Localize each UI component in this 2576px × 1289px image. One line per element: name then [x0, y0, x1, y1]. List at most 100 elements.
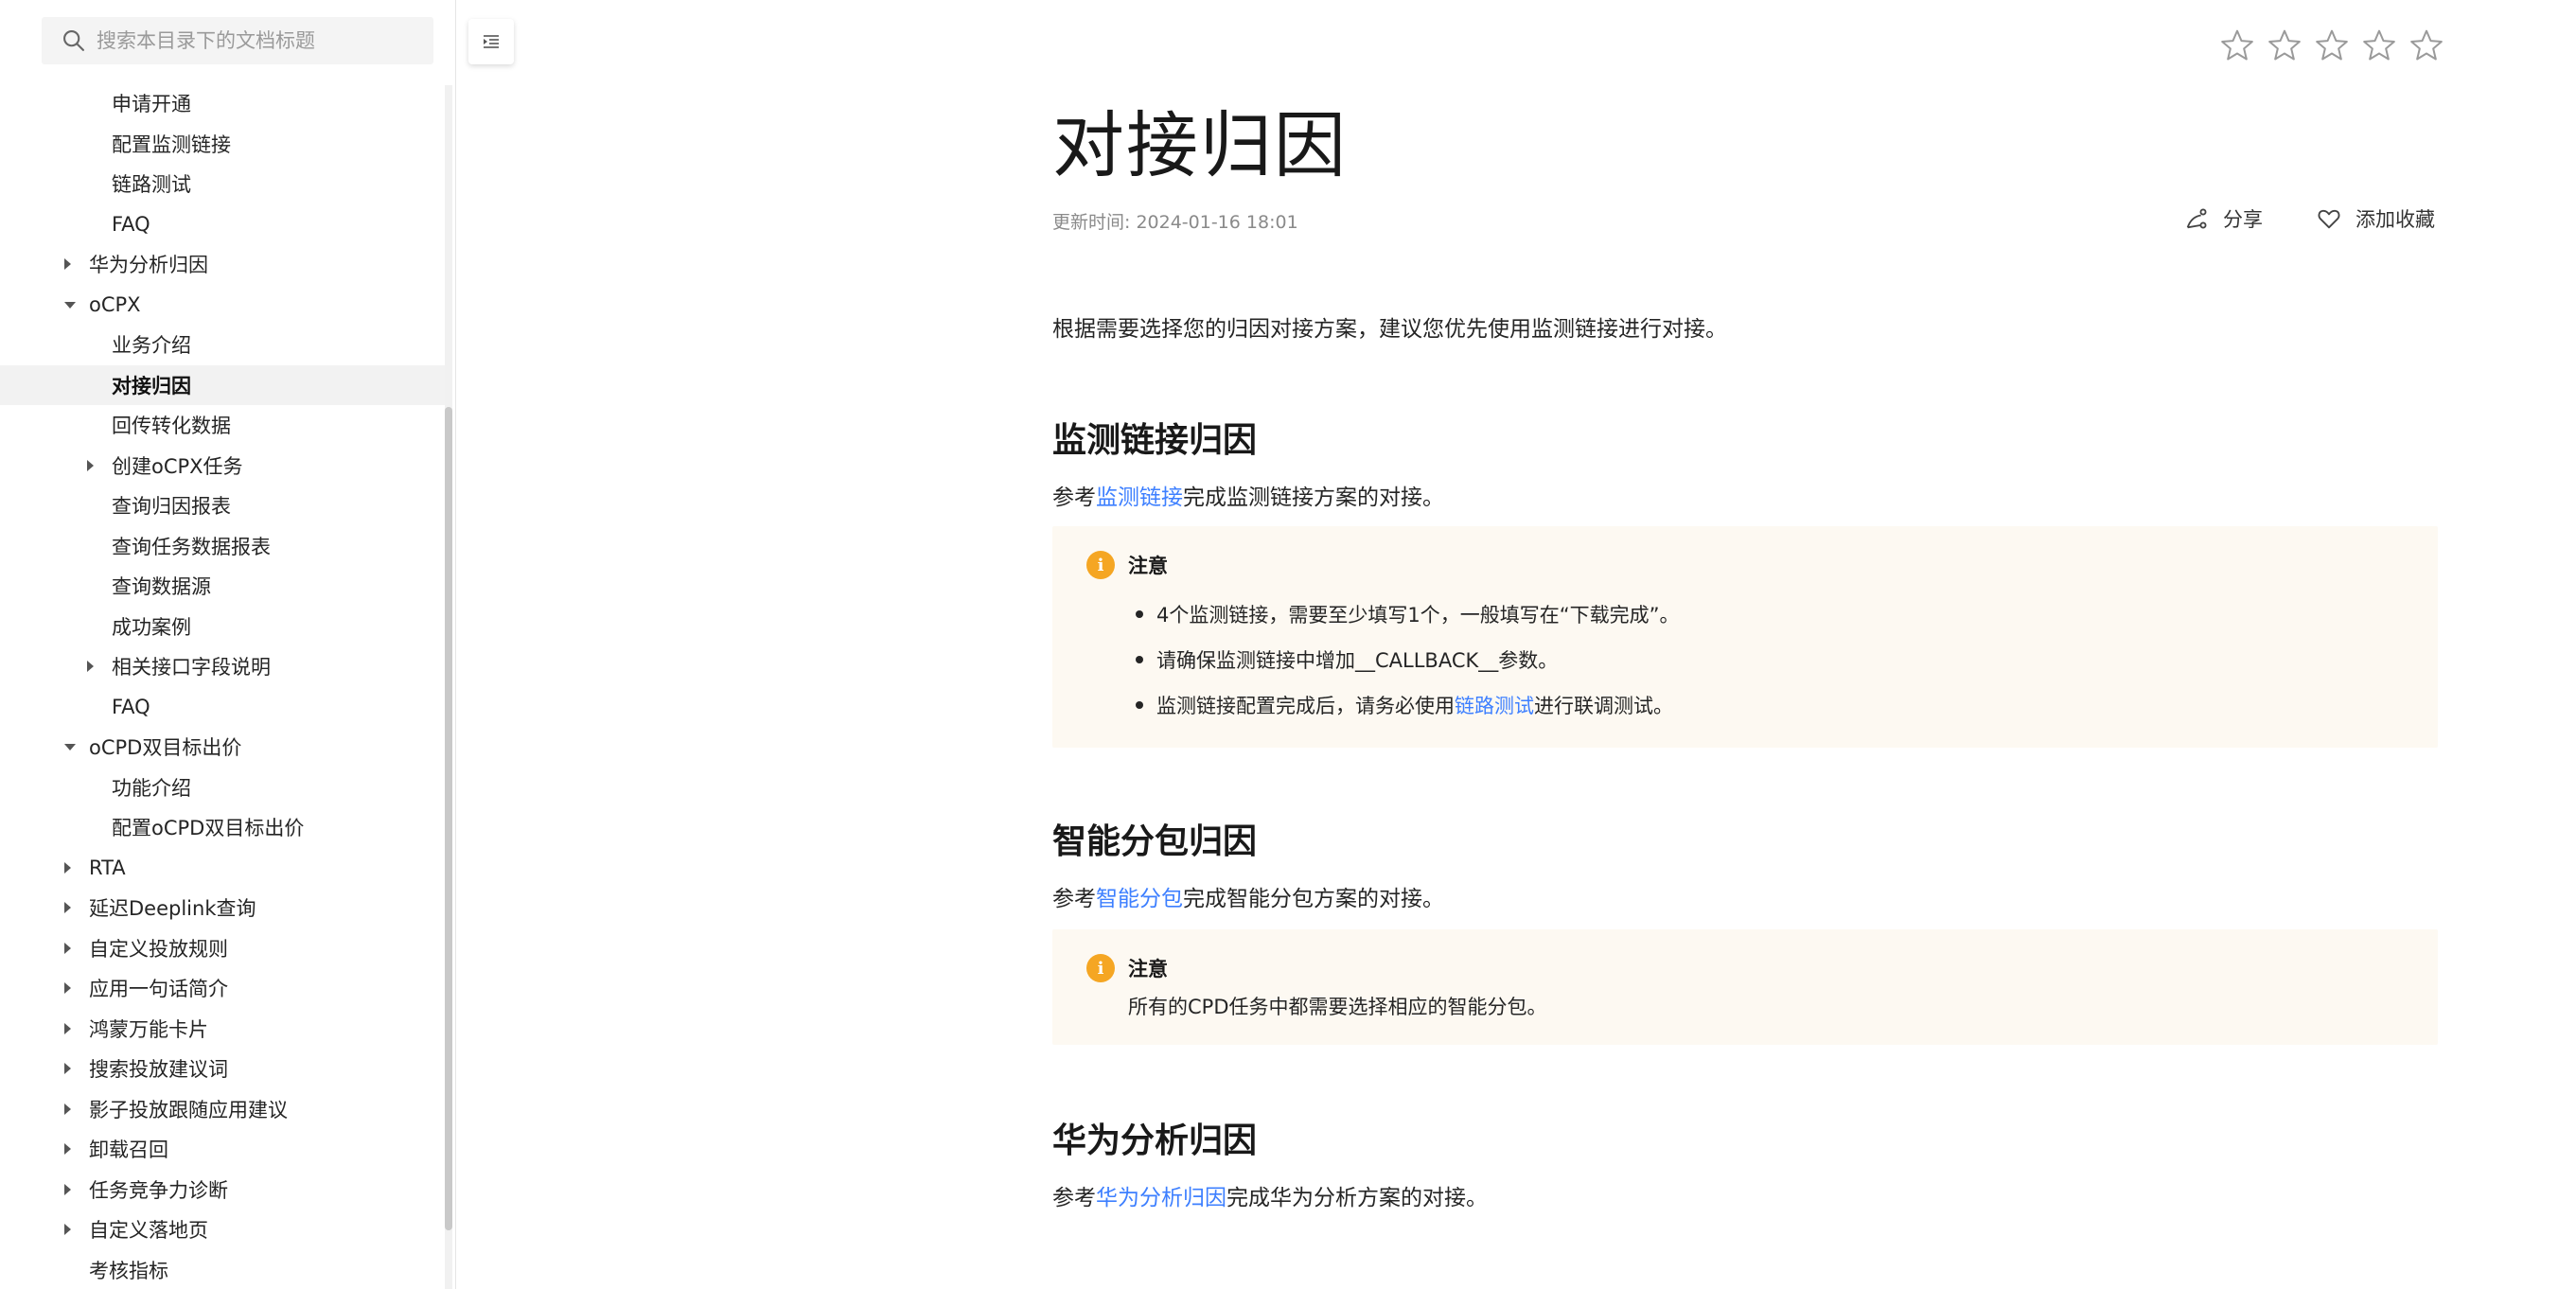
rating-stars[interactable] — [2218, 26, 2445, 64]
page-title: 对接归因 — [1052, 103, 1348, 187]
sidebar-item[interactable]: 考核指标 — [0, 1250, 445, 1289]
sidebar-item[interactable]: 成功案例 — [0, 607, 445, 646]
sidebar-item-label: 延迟Deeplink查询 — [89, 897, 256, 920]
caret-right-icon[interactable] — [87, 661, 94, 672]
sidebar-item-label: oCPX — [89, 292, 141, 316]
note-header: i 注意 — [1086, 551, 1168, 579]
ref-prefix: 参考 — [1052, 1186, 1096, 1210]
sidebar-item[interactable]: oCPD双目标出价 — [0, 727, 445, 767]
sidebar-item[interactable]: 创建oCPX任务 — [0, 446, 445, 486]
sidebar-scrollbar-thumb[interactable] — [445, 407, 452, 1230]
caret-right-icon[interactable] — [64, 1143, 71, 1155]
link-test-link[interactable]: 链路测试 — [1455, 695, 1534, 717]
sidebar-item[interactable]: RTA — [0, 848, 445, 888]
section-heading-smart-package: 智能分包归因 — [1052, 822, 1258, 861]
sidebar-item[interactable]: 延迟Deeplink查询 — [0, 888, 445, 927]
note-box: i 注意 4个监测链接，需要至少填写1个，一般填写在“下载完成”。 请确保监测链… — [1052, 526, 2438, 748]
sidebar-item[interactable]: 自定义投放规则 — [0, 928, 445, 968]
sidebar-item[interactable]: 申请开通 — [0, 83, 445, 123]
sidebar-item[interactable]: 搜索投放建议词 — [0, 1049, 445, 1088]
sidebar-item-label: oCPD双目标出价 — [89, 736, 242, 759]
intro-text: 根据需要选择您的归因对接方案，建议您优先使用监测链接进行对接。 — [1052, 317, 1727, 342]
section-heading-huawei-analytics: 华为分析归因 — [1052, 1121, 1258, 1160]
caret-right-icon[interactable] — [64, 1022, 71, 1034]
sidebar-item-label: 自定义落地页 — [89, 1219, 208, 1242]
sidebar-item[interactable]: 链路测试 — [0, 164, 445, 203]
sidebar-item-label: 查询数据源 — [112, 575, 211, 598]
sidebar-item[interactable]: 任务竞争力诊断 — [0, 1170, 445, 1210]
sidebar-item[interactable]: 自定义落地页 — [0, 1210, 445, 1249]
info-icon: i — [1086, 551, 1115, 579]
sidebar-item-label: 搜索投放建议词 — [89, 1058, 228, 1081]
caret-right-icon[interactable] — [64, 861, 71, 874]
note-bullet: 4个监测链接，需要至少填写1个，一般填写在“下载完成”。 — [1135, 600, 1679, 628]
caret-down-icon[interactable] — [64, 744, 76, 750]
sidebar-item[interactable]: FAQ — [0, 204, 445, 244]
sidebar-item-label: 成功案例 — [112, 615, 191, 639]
sidebar-item-label: 任务竞争力诊断 — [89, 1178, 228, 1202]
monitor-link-link[interactable]: 监测链接 — [1096, 486, 1183, 510]
sidebar-item[interactable]: 相关接口字段说明 — [0, 646, 445, 686]
share-button[interactable]: 分享 — [2183, 204, 2263, 233]
sidebar-item-label: 影子投放跟随应用建议 — [89, 1098, 288, 1121]
share-label: 分享 — [2223, 208, 2263, 231]
sidebar-item-label: 自定义投放规则 — [89, 937, 228, 961]
caret-right-icon[interactable] — [87, 459, 94, 471]
sidebar-item-label: 创建oCPX任务 — [112, 454, 243, 478]
sidebar-item[interactable]: 应用一句话简介 — [0, 968, 445, 1008]
caret-right-icon[interactable] — [64, 1063, 71, 1074]
star-icon[interactable] — [2408, 26, 2445, 64]
sidebar-item[interactable]: 对接归因 — [0, 364, 445, 405]
note-bullet: 请确保监测链接中增加__CALLBACK__参数。 — [1135, 645, 1558, 674]
star-icon[interactable] — [2218, 26, 2256, 64]
sidebar-item[interactable]: 查询任务数据报表 — [0, 526, 445, 566]
caret-right-icon[interactable] — [64, 258, 71, 270]
sidebar-item-label: 业务介绍 — [112, 334, 191, 357]
star-icon[interactable] — [2360, 26, 2398, 64]
sidebar-item[interactable]: 回传转化数据 — [0, 405, 445, 445]
caret-right-icon[interactable] — [64, 902, 71, 913]
add-favorite-button[interactable]: 添加收藏 — [2316, 204, 2435, 233]
sidebar-item[interactable]: 配置oCPD双目标出价 — [0, 807, 445, 847]
sidebar-toggle-button[interactable] — [468, 19, 514, 64]
sidebar-item[interactable]: 鸿蒙万能卡片 — [0, 1009, 445, 1049]
sidebar-item-label: 查询任务数据报表 — [112, 535, 271, 558]
search-box[interactable] — [42, 17, 433, 64]
caret-right-icon[interactable] — [64, 942, 71, 954]
ref-suffix: 完成华为分析方案的对接。 — [1226, 1186, 1488, 1210]
section-heading-monitor-link: 监测链接归因 — [1052, 421, 1258, 460]
caret-right-icon[interactable] — [64, 982, 71, 994]
sidebar-item[interactable]: 华为分析归因 — [0, 244, 445, 284]
caret-right-icon[interactable] — [64, 1103, 71, 1115]
sidebar-item[interactable]: 卸载召回 — [0, 1129, 445, 1169]
bullet-suffix: 进行联调测试。 — [1534, 695, 1673, 717]
caret-right-icon[interactable] — [64, 1183, 71, 1195]
sidebar-item-label: 申请开通 — [112, 93, 191, 115]
sidebar-item-label: 考核指标 — [89, 1259, 168, 1282]
huawei-analytics-link[interactable]: 华为分析归因 — [1096, 1186, 1226, 1210]
sidebar-item[interactable]: 功能介绍 — [0, 768, 445, 807]
star-icon[interactable] — [2313, 26, 2351, 64]
sidebar-item[interactable]: 配置监测链接 — [0, 124, 445, 164]
sidebar-item-label: FAQ — [112, 212, 150, 236]
sidebar-item[interactable]: 查询数据源 — [0, 566, 445, 606]
search-input[interactable] — [97, 29, 418, 52]
sidebar-item[interactable]: 影子投放跟随应用建议 — [0, 1089, 445, 1129]
sidebar-item[interactable]: FAQ — [0, 687, 445, 727]
section-ref-huawei-analytics: 参考华为分析归因完成华为分析方案的对接。 — [1052, 1179, 1488, 1211]
note-title: 注意 — [1128, 555, 1168, 577]
sidebar-item-label: 配置oCPD双目标出价 — [112, 817, 305, 839]
star-icon[interactable] — [2266, 26, 2303, 64]
sidebar-item[interactable]: 业务介绍 — [0, 325, 445, 364]
sidebar-scrollbar[interactable] — [445, 85, 452, 1289]
sidebar-item[interactable]: 查询归因报表 — [0, 486, 445, 525]
smart-package-link[interactable]: 智能分包 — [1096, 887, 1183, 911]
favorite-label: 添加收藏 — [2355, 208, 2435, 231]
sidebar-item[interactable]: oCPX — [0, 285, 445, 325]
sidebar-item-label: 回传转化数据 — [112, 415, 231, 437]
sidebar-item-label: 华为分析归因 — [89, 254, 208, 276]
caret-right-icon[interactable] — [64, 1224, 71, 1235]
caret-down-icon[interactable] — [64, 301, 76, 309]
info-icon: i — [1086, 954, 1115, 982]
sidebar-item-label: RTA — [89, 856, 126, 879]
